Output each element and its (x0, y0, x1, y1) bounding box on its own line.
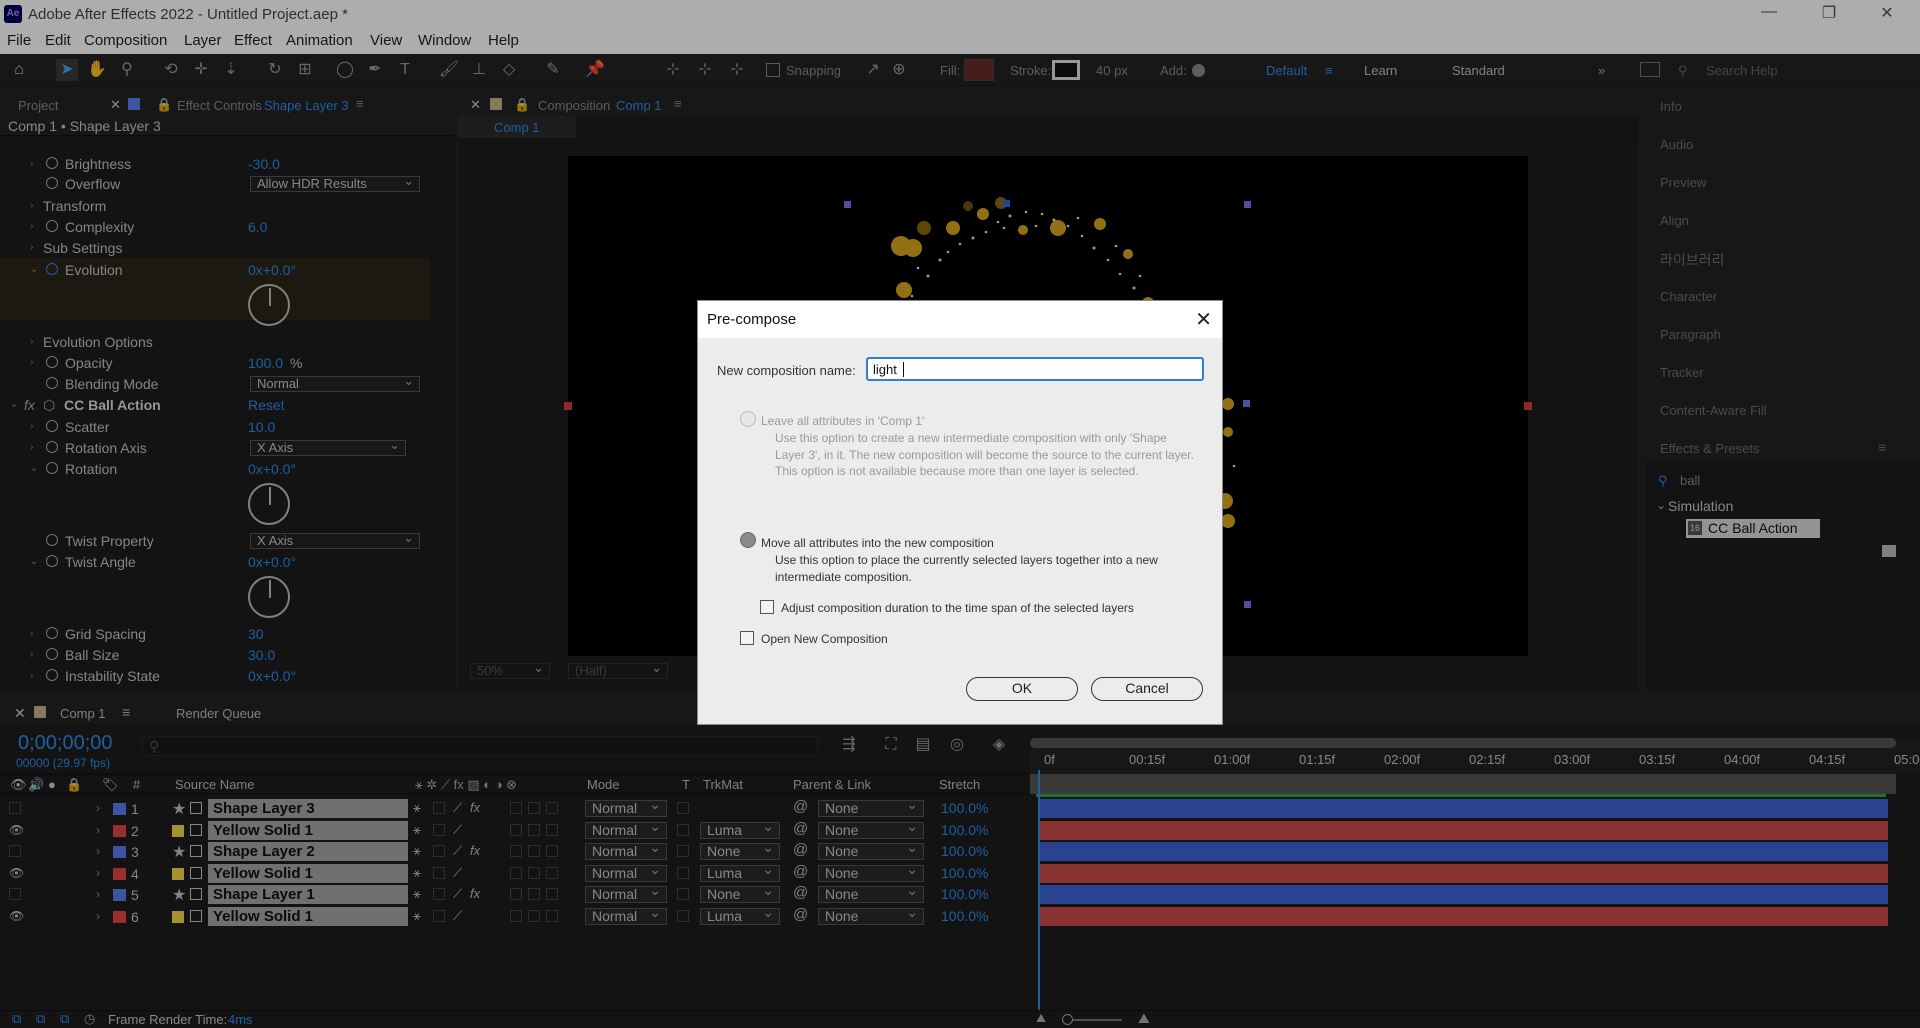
adjust-duration-label: Adjust composition duration to the time … (781, 601, 1134, 615)
move-attributes-desc: Use this option to place the currently s… (775, 553, 1158, 584)
leave-attributes-label: Leave all attributes in 'Comp 1' (761, 414, 925, 428)
precompose-dialog: Pre-compose ✕ New composition name: ligh… (697, 300, 1223, 725)
leave-attributes-desc: Use this option to create a new intermed… (775, 431, 1194, 478)
open-new-comp-checkbox[interactable] (740, 631, 754, 645)
move-attributes-label: Move all attributes into the new composi… (761, 536, 994, 550)
comp-name-value: light (873, 362, 897, 377)
adjust-duration-checkbox[interactable] (760, 600, 774, 614)
text-caret (903, 362, 904, 377)
dialog-title: Pre-compose (698, 301, 1222, 338)
leave-attributes-radio[interactable] (740, 411, 756, 427)
cancel-button[interactable]: Cancel (1091, 677, 1203, 701)
open-new-comp-label: Open New Composition (761, 632, 888, 646)
comp-name-input[interactable]: light (866, 357, 1204, 381)
ok-button[interactable]: OK (966, 677, 1078, 701)
dialog-close-icon[interactable]: ✕ (1195, 307, 1212, 332)
comp-name-label: New composition name: (717, 363, 856, 378)
move-attributes-radio[interactable] (740, 532, 756, 548)
